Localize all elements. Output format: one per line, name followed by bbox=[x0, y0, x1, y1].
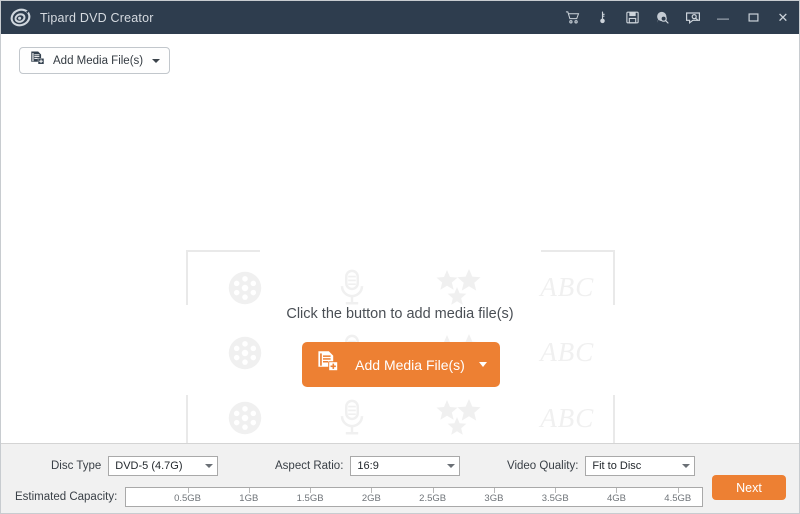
titlebar-actions bbox=[553, 7, 703, 28]
bottom-settings-panel: Disc Type DVD-5 (4.7G) Aspect Ratio: 16:… bbox=[1, 443, 799, 513]
settings-row: Disc Type DVD-5 (4.7G) Aspect Ratio: 16:… bbox=[1, 456, 799, 478]
search-help-icon[interactable] bbox=[652, 7, 673, 28]
capacity-tick-label: 4.5GB bbox=[664, 493, 692, 504]
tipard-spiral-logo-icon bbox=[10, 7, 31, 28]
disc-type-field: Disc Type DVD-5 (4.7G) bbox=[51, 456, 219, 476]
toolbar: Add Media File(s) bbox=[1, 34, 799, 87]
app-title: Tipard DVD Creator bbox=[40, 10, 154, 25]
capacity-tick-label: 0.5GB bbox=[174, 493, 201, 504]
dropzone-corner-top-left bbox=[186, 250, 260, 305]
add-media-files-label: Add Media File(s) bbox=[53, 54, 144, 67]
feedback-icon[interactable] bbox=[682, 7, 703, 28]
add-file-icon bbox=[29, 50, 46, 72]
aspect-ratio-field: Aspect Ratio: 16:9 bbox=[275, 456, 461, 476]
add-media-files-button-main[interactable]: Add Media File(s) bbox=[302, 342, 500, 387]
save-icon[interactable] bbox=[622, 7, 643, 28]
capacity-tick-label: 3.5GB bbox=[541, 493, 569, 504]
add-media-files-button-toolbar[interactable]: Add Media File(s) bbox=[19, 47, 171, 74]
disc-type-label: Disc Type bbox=[51, 460, 102, 472]
estimated-capacity-row: Estimated Capacity: 0.5GB 1GB 1.5GB 2GB 2.5G… bbox=[1, 487, 704, 507]
title-bar: Tipard DVD Creator — ✕ bbox=[1, 1, 799, 34]
dropzone-corner-top-right bbox=[541, 250, 615, 305]
chevron-down-icon bbox=[447, 464, 456, 468]
add-media-files-label: Add Media File(s) bbox=[355, 356, 465, 373]
next-button[interactable]: Next bbox=[712, 475, 786, 500]
video-quality-value: Fit to Disc bbox=[592, 460, 642, 472]
add-file-icon bbox=[315, 349, 341, 380]
close-button[interactable]: ✕ bbox=[773, 7, 793, 28]
key-icon[interactable] bbox=[592, 7, 613, 28]
capacity-tick-label: 1.5GB bbox=[296, 493, 324, 504]
chevron-down-icon bbox=[682, 464, 691, 468]
app-window: Tipard DVD Creator — ✕ Add Media File(s)… bbox=[0, 0, 800, 514]
aspect-ratio-label: Aspect Ratio: bbox=[275, 460, 344, 472]
aspect-ratio-select[interactable]: 16:9 bbox=[350, 456, 461, 476]
dropzone-corner-bottom-right bbox=[541, 395, 615, 443]
dropzone-corner-bottom-left bbox=[186, 395, 260, 443]
dropzone-hint-text: Click the button to add media file(s) bbox=[286, 306, 514, 322]
chevron-down-icon bbox=[205, 464, 214, 468]
video-quality-label: Video Quality: bbox=[507, 460, 579, 472]
capacity-tick-label: 2GB bbox=[361, 493, 381, 504]
cart-icon[interactable] bbox=[562, 7, 583, 28]
video-quality-field: Video Quality: Fit to Disc bbox=[507, 456, 696, 476]
disc-type-select[interactable]: DVD-5 (4.7G) bbox=[108, 456, 219, 476]
capacity-tick-label: 4GB bbox=[606, 493, 626, 504]
aspect-ratio-value: 16:9 bbox=[357, 460, 379, 472]
chevron-down-icon[interactable] bbox=[152, 58, 161, 63]
media-drop-area[interactable]: ABC ABC ABC Click the button to add medi… bbox=[1, 87, 799, 443]
capacity-tick-label: 2.5GB bbox=[419, 493, 447, 504]
estimated-capacity-bar: 0.5GB 1GB 1.5GB 2GB 2.5GB 3GB 3.5GB 4GB 4.5GB bbox=[125, 487, 704, 507]
video-quality-select[interactable]: Fit to Disc bbox=[585, 456, 696, 476]
capacity-tick-label: 3GB bbox=[484, 493, 504, 504]
minimize-button[interactable]: — bbox=[713, 7, 733, 28]
estimated-capacity-label: Estimated Capacity: bbox=[15, 491, 118, 503]
maximize-button[interactable] bbox=[743, 7, 763, 28]
capacity-tick-label: 1GB bbox=[239, 493, 259, 504]
disc-type-value: DVD-5 (4.7G) bbox=[115, 460, 183, 472]
chevron-down-icon[interactable] bbox=[478, 362, 487, 367]
